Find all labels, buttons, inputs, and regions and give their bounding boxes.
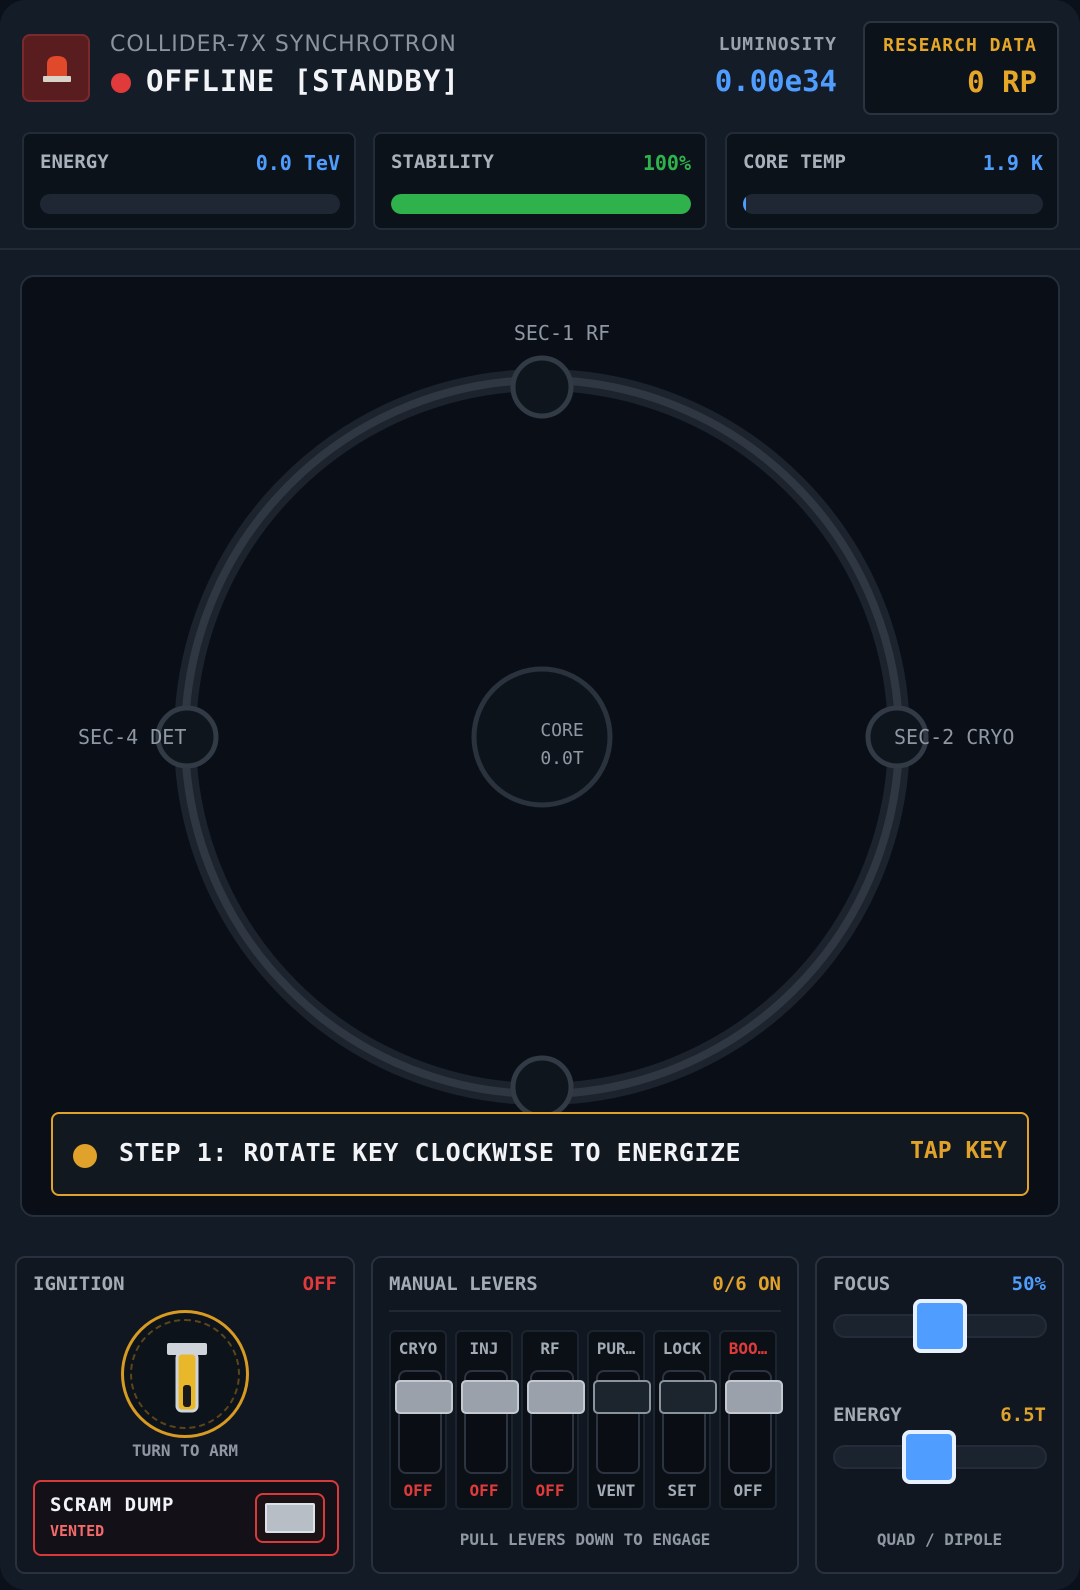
- app-window: COLLIDER-7X SYNCHROTRON OFFLINE [STANDBY…: [0, 0, 1080, 1590]
- header: COLLIDER-7X SYNCHROTRON OFFLINE [STANDBY…: [0, 0, 1080, 250]
- lever-slot: [593, 1370, 651, 1474]
- lever-handle[interactable]: [593, 1380, 651, 1414]
- stability-meter-fill: [391, 194, 691, 214]
- sector-1-label: SEC-1 RF: [513, 321, 611, 345]
- energy-slider-value: 6.5T: [1000, 1404, 1046, 1426]
- scram-title: SCRAM DUMP: [50, 1494, 175, 1516]
- lever-state: OFF: [535, 1481, 565, 1500]
- lever-slot: [725, 1370, 783, 1474]
- core-readout: CORE 0.0T: [492, 717, 632, 773]
- energy-meter-value: 0.0 TeV: [255, 151, 340, 175]
- core-value: 0.0T: [540, 748, 584, 769]
- turn-to-arm-label: TURN TO ARM: [132, 1441, 238, 1460]
- research-label: RESEARCH DATA: [883, 35, 1037, 56]
- scram-status: VENTED: [50, 1522, 105, 1540]
- stability-meter-value: 100%: [642, 151, 691, 175]
- focus-slider-thumb[interactable]: [913, 1299, 967, 1353]
- sector-2-label: SEC-2 CRYO: [894, 725, 1015, 749]
- lever-state: OFF: [733, 1481, 763, 1500]
- stability-meter: STABILITY 100%: [373, 132, 707, 230]
- research-value: 0 RP: [967, 65, 1037, 99]
- ignition-title: IGNITION: [33, 1273, 125, 1295]
- step-text: STEP 1: ROTATE KEY CLOCKWISE TO ENERGIZE: [119, 1138, 742, 1167]
- lever-slot: [659, 1370, 717, 1474]
- focus-value: 50%: [1011, 1273, 1046, 1295]
- scram-dump-button[interactable]: [255, 1493, 325, 1543]
- energy-slider-label: ENERGY: [833, 1404, 902, 1426]
- lever-state: OFF: [403, 1481, 433, 1500]
- lever-label: PUR…: [596, 1339, 636, 1358]
- tap-key-prompt[interactable]: TAP KEY: [910, 1138, 1007, 1164]
- lever-handle[interactable]: [725, 1380, 783, 1414]
- core-label: CORE: [540, 720, 584, 741]
- lever-rf[interactable]: RF OFF: [521, 1330, 585, 1510]
- lever-handle[interactable]: [461, 1380, 519, 1414]
- core-temp-meter-value: 1.9 K: [982, 151, 1043, 175]
- key-icon: [167, 1343, 207, 1413]
- magnet-sliders-panel: FOCUS 50% ENERGY 6.5T QUAD / DIPOLE: [815, 1256, 1064, 1574]
- levers-count: 0/6 ON: [712, 1273, 781, 1295]
- lever-slot: [461, 1370, 519, 1474]
- scram-button-cover: [265, 1503, 315, 1533]
- luminosity-value: 0.00e34: [714, 64, 837, 98]
- facility-name: COLLIDER-7X SYNCHROTRON: [110, 32, 457, 57]
- core-temp-meter-label: CORE TEMP: [743, 151, 846, 173]
- step-instruction-banner[interactable]: STEP 1: ROTATE KEY CLOCKWISE TO ENERGIZE…: [51, 1112, 1029, 1196]
- sector-3-node[interactable]: [510, 1055, 574, 1119]
- ignition-status: OFF: [302, 1273, 337, 1295]
- status-text: OFFLINE [STANDBY]: [146, 64, 460, 98]
- energy-meter: ENERGY 0.0 TeV: [22, 132, 356, 230]
- levers-divider: [389, 1310, 781, 1312]
- stability-meter-track: [391, 194, 691, 214]
- step-indicator-icon: [73, 1144, 97, 1168]
- lever-state: VENT: [596, 1481, 636, 1500]
- research-data-box: RESEARCH DATA 0 RP: [863, 21, 1059, 115]
- energy-meter-track: [40, 194, 340, 214]
- lever-state: OFF: [469, 1481, 499, 1500]
- lever-lock[interactable]: LOCK SET: [653, 1330, 717, 1510]
- lever-slot: [527, 1370, 585, 1474]
- accelerator-ring-panel: SEC-1 RF SEC-2 CRYO SEC-4 DET CORE 0.0T …: [20, 275, 1060, 1217]
- energy-meter-label: ENERGY: [40, 151, 109, 173]
- sector-4-label: SEC-4 DET: [78, 725, 187, 749]
- manual-levers-panel: MANUAL LEVERS 0/6 ON CRYO OFF INJ OFF RF…: [371, 1256, 799, 1574]
- stability-meter-label: STABILITY: [391, 151, 494, 173]
- magnet-mode-label: QUAD / DIPOLE: [876, 1530, 1003, 1549]
- scram-dump-control: SCRAM DUMP VENTED: [33, 1480, 339, 1556]
- sector-1-node[interactable]: [510, 355, 574, 419]
- core-temp-meter-track: [743, 194, 1043, 214]
- lever-handle[interactable]: [527, 1380, 585, 1414]
- lever-label: BOO…: [728, 1339, 768, 1358]
- lever-cryo[interactable]: CRYO OFF: [389, 1330, 453, 1510]
- ignition-panel: IGNITION OFF TURN TO ARM SCRAM DUMP VENT…: [15, 1256, 355, 1574]
- lever-slot: [395, 1370, 453, 1474]
- lever-inj[interactable]: INJ OFF: [455, 1330, 519, 1510]
- lever-boost[interactable]: BOO… OFF: [719, 1330, 783, 1510]
- lever-label: CRYO: [398, 1339, 438, 1358]
- energy-slider-thumb[interactable]: [902, 1430, 957, 1484]
- status-indicator-icon: [111, 73, 131, 93]
- lever-handle[interactable]: [659, 1380, 717, 1414]
- levers-title: MANUAL LEVERS: [389, 1273, 538, 1295]
- lever-label: RF: [540, 1339, 560, 1358]
- lever-state: SET: [667, 1481, 697, 1500]
- lever-handle[interactable]: [395, 1380, 453, 1414]
- ignition-key-switch[interactable]: [121, 1310, 249, 1438]
- core-temp-meter: CORE TEMP 1.9 K: [725, 132, 1059, 230]
- lever-purge[interactable]: PUR… VENT: [587, 1330, 651, 1510]
- lever-label: LOCK: [662, 1339, 702, 1358]
- luminosity-label: LUMINOSITY: [718, 34, 837, 55]
- focus-label: FOCUS: [833, 1273, 891, 1295]
- levers-hint: PULL LEVERS DOWN TO ENGAGE: [459, 1530, 711, 1549]
- alarm-beacon-icon: [22, 34, 90, 102]
- core-temp-meter-fill: [743, 194, 746, 214]
- lever-label: INJ: [469, 1339, 499, 1358]
